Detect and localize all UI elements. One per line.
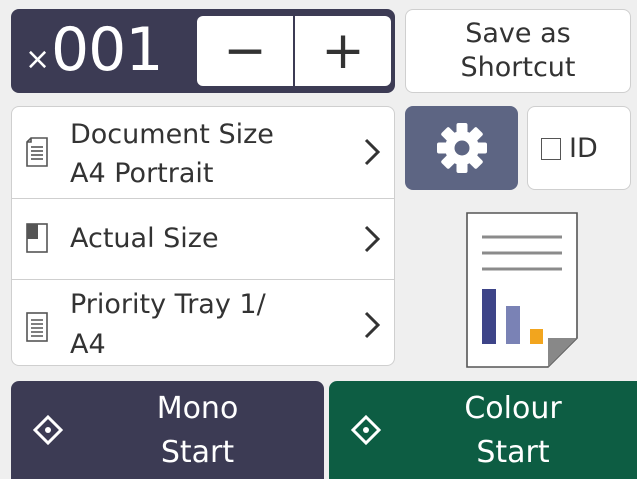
chevron-right-icon — [364, 225, 381, 253]
start-diamond-icon — [33, 415, 63, 445]
copies-prefix: × — [25, 42, 51, 77]
document-size-label: Document Size — [70, 119, 274, 150]
colour-start-button[interactable]: Colour Start — [329, 381, 637, 479]
chevron-right-icon — [364, 138, 381, 166]
copy-preview-icon — [466, 212, 578, 368]
decrease-copies-button[interactable]: − — [197, 16, 293, 86]
options-button[interactable] — [405, 106, 518, 190]
document-size-icon — [26, 137, 48, 167]
gear-icon — [436, 123, 487, 173]
enlarge-reduce-icon — [26, 223, 48, 253]
id-copy-button[interactable]: ID — [527, 106, 631, 190]
enlarge-reduce-label: Actual Size — [70, 223, 219, 254]
id-checkbox[interactable] — [541, 138, 561, 160]
mono-start-button[interactable]: Mono Start — [11, 381, 324, 479]
tray-label: Priority Tray 1/ — [70, 289, 266, 320]
paper-tray-icon — [26, 312, 48, 342]
enlarge-reduce-setting[interactable]: Actual Size — [12, 199, 394, 279]
increase-copies-button[interactable]: + — [295, 16, 391, 86]
start-diamond-icon — [351, 415, 381, 445]
copy-settings-list: Document Size A4 Portrait Actual Size Pr… — [11, 106, 395, 366]
tray-setting[interactable]: Priority Tray 1/ A4 — [12, 280, 394, 365]
tray-value: A4 — [70, 329, 106, 360]
copies-stepper: − + — [197, 16, 391, 86]
document-size-value: A4 Portrait — [70, 158, 214, 189]
document-size-setting[interactable]: Document Size A4 Portrait — [12, 107, 394, 198]
copy-counter: × 001 − + — [11, 9, 395, 93]
chevron-right-icon — [364, 311, 381, 339]
copies-count[interactable]: 001 — [51, 18, 164, 82]
id-copy-label: ID — [569, 133, 598, 164]
mono-start-label: Mono Start — [156, 391, 239, 470]
save-as-shortcut-button[interactable]: Save as Shortcut — [405, 9, 631, 93]
save-as-shortcut-label: Save as Shortcut — [460, 18, 576, 83]
colour-start-label: Colour Start — [464, 391, 562, 470]
